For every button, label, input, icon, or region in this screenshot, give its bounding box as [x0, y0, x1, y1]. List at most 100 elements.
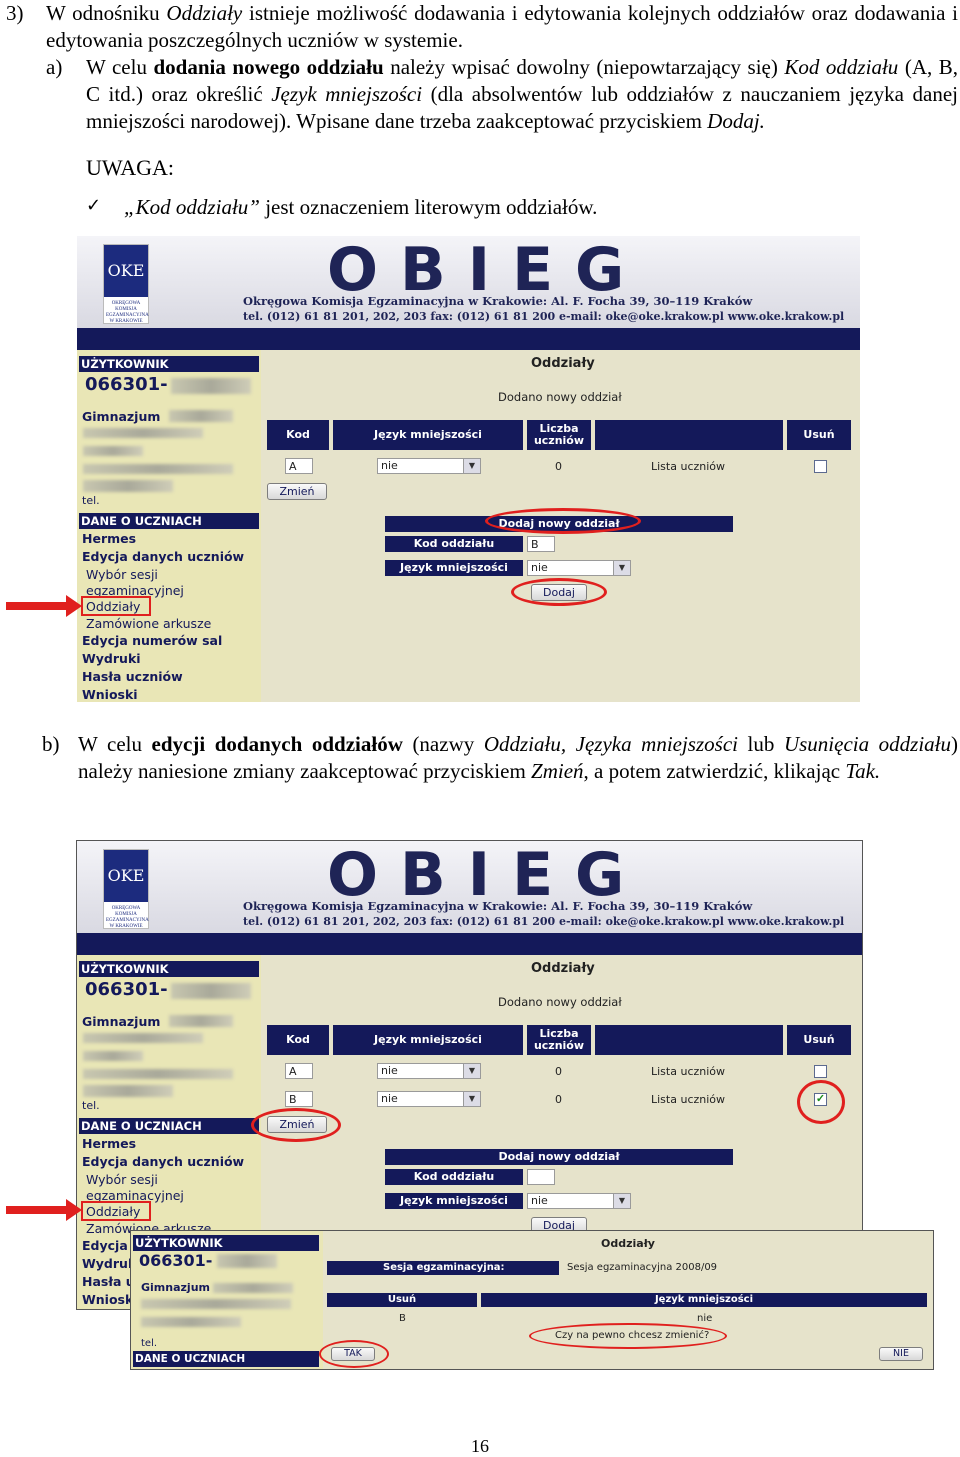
student-list-link[interactable]: Lista uczniów	[651, 1093, 725, 1106]
redacted-line	[83, 1051, 143, 1061]
popup-school: Gimnazjum	[141, 1281, 210, 1294]
school-label: Gimnazjum	[82, 1014, 161, 1029]
redacted-line	[83, 428, 203, 438]
sidebar: UŻYTKOWNIK 066301- Gimnazjum tel. DANE O…	[77, 350, 261, 702]
page-title: Oddziały	[531, 961, 595, 976]
chevron-down-icon: ▼	[463, 1064, 480, 1078]
logo-caption: OKRĘGOWA KOMISJA EGZAMINACYJNA W KRAKOWI…	[106, 301, 149, 324]
col-jezyk: Język mniejszości	[333, 420, 523, 450]
student-list-link[interactable]: Lista uczniów	[651, 1065, 725, 1078]
add-code-label: Kod oddziału	[385, 1169, 523, 1185]
logo-mark: OKE	[104, 850, 148, 902]
item-b-t3: lub	[747, 732, 775, 756]
item-b-paragraph: W celu edycji dodanych oddziałów (nazwy …	[78, 731, 958, 785]
header-contact: tel. (012) 61 81 201, 202, 203 fax: (012…	[243, 310, 845, 323]
item-a-label: a)	[46, 55, 63, 79]
redacted-line	[141, 1299, 291, 1309]
class-code-input[interactable]: B	[285, 1091, 313, 1107]
item-b-t1: W celu	[78, 732, 142, 756]
sidebar-data-header: DANE O UCZNIACH	[79, 513, 259, 529]
sidebar-item-edycja-danych[interactable]: Edycja danych uczniów	[82, 1154, 244, 1169]
item-3-pre: W odnośniku	[46, 1, 160, 25]
app-header: OKE OKRĘGOWA KOMISJA EGZAMINACYJNA W KRA…	[77, 236, 860, 328]
tel-label: tel.	[82, 494, 100, 507]
col-usun: Usuń	[787, 1025, 851, 1055]
class-code-input[interactable]: A	[285, 1063, 313, 1079]
redacted-school	[169, 1015, 233, 1027]
sidebar-data-header: DANE O UCZNIACH	[79, 1118, 259, 1134]
app-header: OKE OKRĘGOWA KOMISJA EGZAMINACYJNA W KRA…	[77, 841, 862, 933]
popup-user-id: 066301-	[139, 1251, 213, 1270]
sidebar-item-wnioski[interactable]: Wnioski	[82, 687, 138, 702]
item-3-link: Oddziały	[166, 1, 243, 25]
redacted-line	[83, 446, 143, 456]
popup-col-usun: Usuń	[327, 1293, 477, 1307]
add-code-input[interactable]: B	[527, 536, 555, 552]
add-class-header: Dodaj nowy oddział	[385, 1149, 733, 1165]
student-count: 0	[555, 1093, 562, 1106]
delete-checkbox[interactable]	[814, 1065, 827, 1078]
add-language-select[interactable]: nie ▼	[527, 1193, 631, 1209]
highlight-question	[529, 1323, 727, 1349]
uwaga-note: „Kod oddziału” jest oznaczeniem literowy…	[124, 194, 824, 221]
checkmark-icon: ✓	[86, 195, 102, 216]
header-address: Okręgowa Komisja Egzaminacyjna w Krakowi…	[243, 899, 753, 913]
redacted-id	[171, 983, 251, 999]
oke-logo: OKE OKRĘGOWA KOMISJA EGZAMINACYJNA W KRA…	[103, 849, 149, 929]
sidebar-item-numery-sal[interactable]: Edycja numerów sal	[82, 633, 222, 648]
add-code-label: Kod oddziału	[385, 536, 523, 552]
item-3-number: 3)	[6, 1, 24, 25]
change-button[interactable]: Zmień	[267, 483, 327, 500]
sidebar-item-hasla[interactable]: Hasła uczniów	[82, 669, 183, 684]
sidebar-item-edycja-danych[interactable]: Edycja danych uczniów	[82, 549, 244, 564]
item-a-t1: W celu	[86, 55, 147, 79]
redacted-school	[213, 1283, 293, 1293]
col-liczba: Liczba uczniów	[527, 420, 591, 450]
popup-data-header: DANE O UCZNIACH	[133, 1351, 319, 1367]
language-select[interactable]: nie ▼	[377, 1063, 481, 1079]
item-3-paragraph: W odnośniku Oddziały istnieje możliwość …	[46, 0, 958, 54]
student-list-link[interactable]: Lista uczniów	[651, 460, 725, 473]
item-a-i3: Dodaj.	[707, 109, 765, 133]
highlight-oddzialy	[81, 596, 151, 616]
uwaga-heading: UWAGA:	[86, 155, 174, 180]
no-button[interactable]: NIE	[879, 1347, 923, 1361]
popup-tel: tel.	[141, 1338, 158, 1349]
col-kod: Kod	[267, 420, 329, 450]
item-b-i4: Tak.	[845, 759, 881, 783]
popup-val-jezyk: nie	[697, 1313, 713, 1324]
nav-bar	[77, 328, 860, 350]
item-a-paragraph: W celu dodania nowego oddziału należy wp…	[86, 54, 958, 135]
arrow-icon	[6, 595, 82, 617]
tel-label: tel.	[82, 1099, 100, 1112]
sidebar-item-hermes[interactable]: Hermes	[82, 1136, 136, 1151]
redacted-school	[169, 410, 233, 422]
delete-checkbox[interactable]	[814, 460, 827, 473]
language-select[interactable]: nie ▼	[377, 458, 481, 474]
page-title: Oddziały	[531, 356, 595, 371]
redacted-line	[141, 1317, 241, 1327]
add-language-select[interactable]: nie ▼	[527, 560, 631, 576]
sidebar-item-hermes[interactable]: Hermes	[82, 531, 136, 546]
student-count: 0	[555, 1065, 562, 1078]
add-code-input[interactable]	[527, 1169, 555, 1185]
item-b-bold: edycji dodanych oddziałów	[151, 732, 403, 756]
add-language-label: Język mniejszości	[385, 1193, 523, 1209]
sidebar-item-zamowione[interactable]: Zamówione arkusze	[86, 616, 211, 631]
sidebar-item-wybor-sesji[interactable]: Wybór sesji	[86, 1172, 158, 1187]
screenshot-add-class: OKE OKRĘGOWA KOMISJA EGZAMINACYJNA W KRA…	[77, 236, 860, 702]
item-a-t2: należy wpisać dowolny (niepowtarzający s…	[390, 55, 778, 79]
uwaga-quote: „Kod oddziału”	[124, 195, 260, 219]
popup-val-usun: B	[399, 1313, 406, 1324]
col-lista	[595, 1025, 783, 1055]
class-code-input[interactable]: A	[285, 458, 313, 474]
highlight-change-button	[251, 1108, 341, 1142]
add-language-label: Język mniejszości	[385, 560, 523, 576]
sidebar-item-wybor-sesji[interactable]: Wybór sesji	[86, 567, 158, 582]
sidebar-item-wydruki[interactable]: Wydruki	[82, 651, 141, 666]
header-contact: tel. (012) 61 81 201, 202, 203 fax: (012…	[243, 915, 845, 928]
chevron-down-icon: ▼	[463, 1092, 480, 1106]
language-select[interactable]: nie ▼	[377, 1091, 481, 1107]
highlight-yes-button	[319, 1340, 389, 1368]
highlight-add-button	[511, 578, 607, 606]
